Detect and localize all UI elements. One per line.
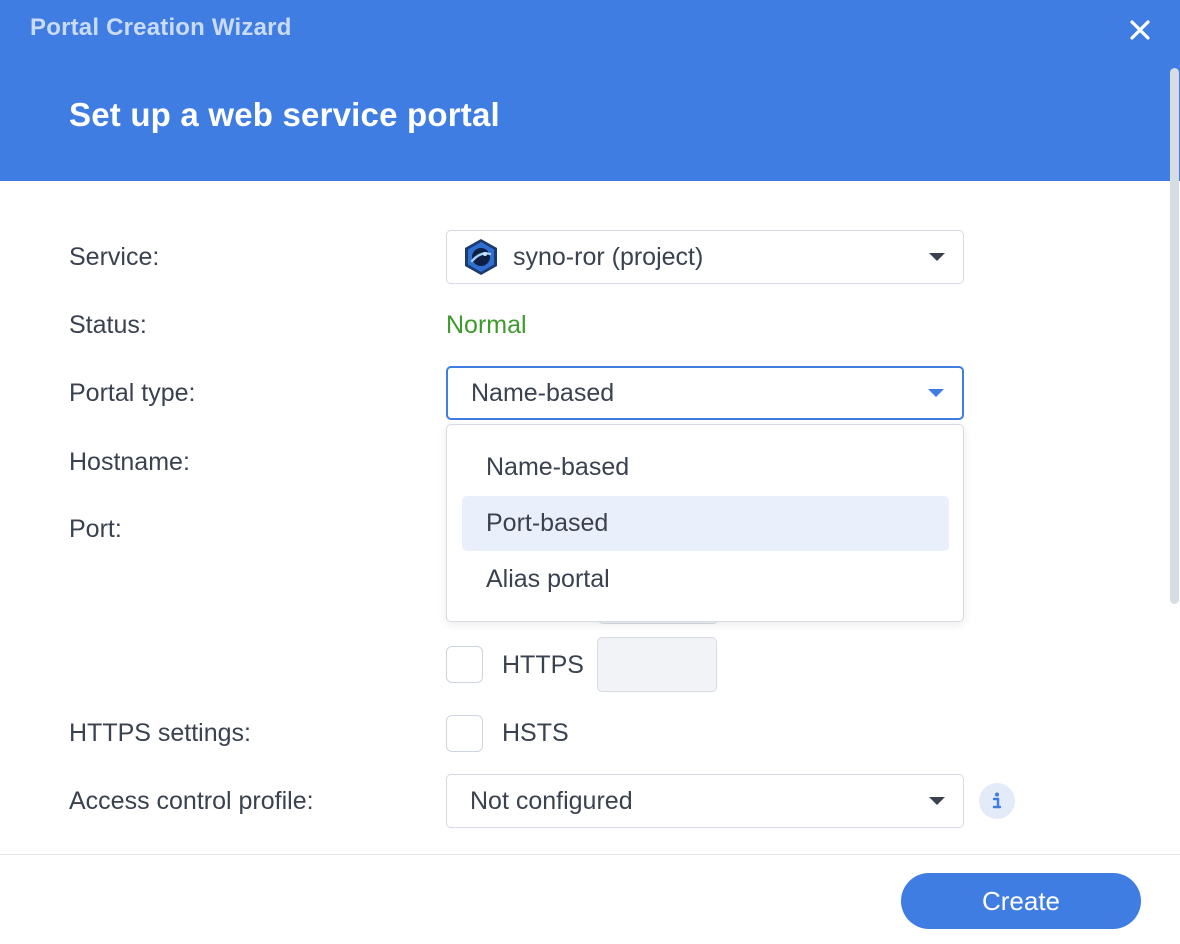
info-icon[interactable] [979,783,1015,819]
access-control-label: Access control profile: [69,787,314,815]
window-title: Portal Creation Wizard [30,14,292,41]
close-button[interactable] [1120,10,1160,50]
page-heading: Set up a web service portal [69,96,500,133]
access-control-select[interactable]: Not configured [446,774,964,828]
dropdown-option-alias-portal[interactable]: Alias portal [462,552,949,607]
create-button[interactable]: Create [901,873,1141,929]
portal-type-value: Name-based [471,378,615,407]
footer-divider [0,854,1180,855]
https-checkbox[interactable] [446,646,483,683]
https-port-input[interactable] [597,637,717,692]
dropdown-option-name-based[interactable]: Name-based [462,440,949,495]
chevron-down-icon [929,253,945,261]
hostname-label: Hostname: [69,448,190,476]
access-control-value: Not configured [470,786,633,815]
info-glyph-icon [992,792,1002,809]
dialog-header: Portal Creation Wizard Set up a web serv… [0,0,1180,181]
service-label: Service: [69,243,160,271]
service-value: syno-ror (project) [513,242,704,271]
hsts-checkbox[interactable] [446,715,483,752]
scrollbar-thumb[interactable] [1170,68,1179,604]
chevron-down-icon [928,389,944,397]
service-select[interactable]: syno-ror (project) [446,230,964,284]
chevron-down-icon [929,797,945,805]
service-app-icon [465,239,497,275]
portal-creation-dialog: Portal Creation Wizard Set up a web serv… [0,0,1180,944]
portal-type-dropdown: Name-based Port-based Alias portal [446,424,964,622]
dropdown-option-port-based[interactable]: Port-based [462,496,949,551]
https-checkbox-label: HTTPS [502,651,584,679]
close-icon [1130,20,1150,40]
port-label: Port: [69,515,122,543]
hsts-checkbox-label: HSTS [502,719,569,747]
portal-type-select[interactable]: Name-based [446,366,964,420]
portal-type-label: Portal type: [69,379,196,407]
status-value: Normal [446,311,527,339]
status-label: Status: [69,311,147,339]
https-settings-label: HTTPS settings: [69,719,251,747]
